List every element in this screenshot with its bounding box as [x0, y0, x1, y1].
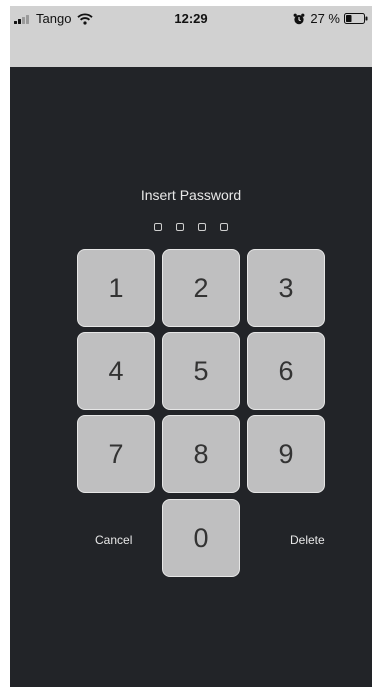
pin-dot: [154, 223, 162, 231]
battery-icon: [344, 13, 368, 24]
key-5[interactable]: 5: [162, 332, 240, 410]
key-4[interactable]: 4: [77, 332, 155, 410]
status-right: 27 %: [293, 11, 368, 26]
key-9[interactable]: 9: [247, 415, 325, 493]
cancel-button[interactable]: Cancel: [95, 533, 132, 547]
key-3[interactable]: 3: [247, 249, 325, 327]
pin-dot: [220, 223, 228, 231]
key-0[interactable]: 0: [162, 499, 240, 577]
passcode-screen: Insert Password 1 2 3 4 5 6 7 8 9 0 Canc…: [10, 67, 372, 687]
delete-button[interactable]: Delete: [290, 533, 325, 547]
key-8[interactable]: 8: [162, 415, 240, 493]
key-2[interactable]: 2: [162, 249, 240, 327]
prompt-title: Insert Password: [140, 187, 242, 203]
pin-dot: [198, 223, 206, 231]
pin-dot: [176, 223, 184, 231]
key-6[interactable]: 6: [247, 332, 325, 410]
key-7[interactable]: 7: [77, 415, 155, 493]
status-bar: Tango 12:29 27 %: [10, 6, 372, 32]
pin-indicator: [10, 223, 372, 231]
battery-percentage: 27 %: [310, 11, 340, 26]
alarm-icon: [293, 13, 305, 24]
key-1[interactable]: 1: [77, 249, 155, 327]
